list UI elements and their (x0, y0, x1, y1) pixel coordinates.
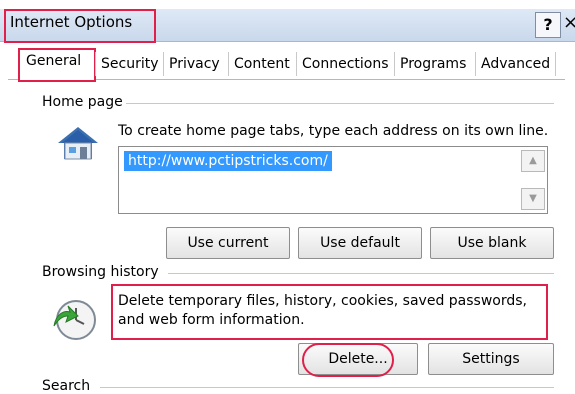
tab-programs[interactable]: Programs (394, 52, 471, 76)
browsing-history-description-line2: and web form information. (118, 312, 305, 328)
browsing-history-divider (168, 273, 554, 274)
tab-privacy[interactable]: Privacy (163, 52, 225, 76)
use-current-button[interactable]: Use current (166, 227, 290, 259)
tab-connections[interactable]: Connections (296, 52, 394, 76)
scroll-down-arrow-icon[interactable]: ▼ (521, 188, 545, 210)
tab-advanced[interactable]: Advanced (475, 52, 557, 76)
search-group-label: Search (42, 378, 91, 394)
scroll-up-arrow-icon[interactable]: ▲ (521, 150, 545, 172)
help-button[interactable]: ? (535, 12, 561, 38)
settings-button[interactable]: Settings (428, 343, 554, 375)
history-clock-icon (53, 300, 96, 340)
tab-content[interactable]: Content (228, 52, 295, 76)
search-divider (100, 387, 554, 388)
browsing-history-description: Delete temporary files, history, cookies… (118, 292, 538, 330)
home-page-group-label: Home page (42, 94, 123, 110)
browsing-history-group-label: Browsing history (42, 264, 159, 280)
title-highlight-box (4, 9, 156, 43)
delete-highlight-ring (302, 343, 394, 377)
browsing-history-description-line1: Delete temporary files, history, cookies… (118, 293, 527, 309)
tab-security[interactable]: Security (95, 52, 164, 76)
close-icon[interactable]: × (563, 12, 575, 33)
house-icon (58, 127, 98, 160)
tab-general-label: General (26, 53, 82, 69)
home-page-url-value[interactable]: http://www.pctipstricks.com/ (124, 151, 332, 171)
home-page-description: To create home page tabs, type each addr… (118, 123, 549, 139)
use-blank-button[interactable]: Use blank (430, 227, 554, 259)
use-default-button[interactable]: Use default (298, 227, 422, 259)
home-page-divider (126, 103, 554, 104)
